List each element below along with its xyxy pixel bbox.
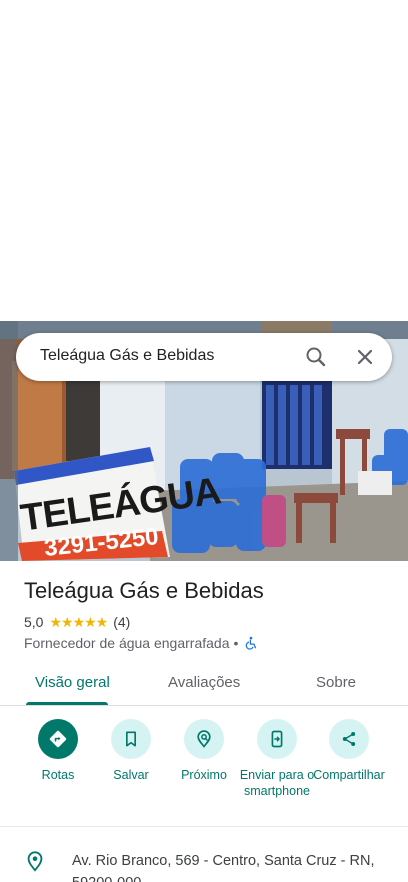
active-tab-indicator — [26, 702, 108, 705]
directions-label: Rotas — [41, 768, 75, 782]
nearby-search-icon — [197, 730, 211, 748]
share-button[interactable]: Compartilhar — [309, 719, 389, 783]
nearby-button[interactable]: Próximo — [164, 719, 244, 783]
nearby-circle — [184, 719, 224, 759]
send-to-phone-button[interactable]: Enviar para o smartphone — [237, 719, 317, 799]
send-to-phone-circle — [257, 719, 297, 759]
separator: • — [233, 635, 239, 651]
action-bar: Rotas Salvar Próximo Enviar para o smart… — [0, 707, 408, 827]
directions-button[interactable]: Rotas — [18, 719, 98, 783]
close-icon[interactable] — [353, 345, 377, 369]
directions-icon — [49, 730, 67, 748]
blank-map-area — [0, 0, 408, 321]
place-category: Fornecedor de água engarrafada — [24, 635, 230, 651]
tab-reviews[interactable]: Avaliações — [168, 674, 240, 691]
category-row: Fornecedor de água engarrafada • — [24, 634, 258, 652]
directions-circle — [38, 719, 78, 759]
send-to-phone-icon — [271, 730, 283, 748]
address-text: Av. Rio Branco, 569 - Centro, Santa Cruz… — [72, 853, 375, 882]
tab-about[interactable]: Sobre — [316, 674, 356, 691]
address-row[interactable]: Av. Rio Branco, 569 - Centro, Santa Cruz… — [0, 828, 408, 882]
search-query[interactable]: Teleágua Gás e Bebidas — [40, 347, 214, 365]
search-bar[interactable]: Teleágua Gás e Bebidas — [16, 333, 392, 381]
save-circle — [111, 719, 151, 759]
search-icon[interactable] — [304, 345, 328, 369]
rating-value: 5,0 — [24, 614, 44, 630]
tab-bar: Visão geral Avaliações Sobre — [0, 664, 408, 706]
save-button[interactable]: Salvar — [91, 719, 171, 783]
location-pin-icon — [27, 851, 43, 872]
star-rating: ★★★★★ — [49, 613, 108, 630]
review-count[interactable]: (4) — [113, 614, 130, 630]
save-label: Salvar — [113, 768, 149, 782]
share-label: Compartilhar — [313, 768, 385, 782]
share-circle — [329, 719, 369, 759]
nearby-label: Próximo — [181, 768, 227, 782]
share-icon — [342, 732, 356, 746]
tab-overview[interactable]: Visão geral — [35, 674, 110, 691]
place-title: Teleágua Gás e Bebidas — [24, 578, 264, 603]
wheelchair-icon — [246, 636, 257, 650]
rating-row[interactable]: 5,0 ★★★★★ (4) — [24, 613, 130, 631]
bookmark-icon — [126, 731, 136, 747]
send-to-phone-label: Enviar para o smartphone — [239, 768, 315, 798]
